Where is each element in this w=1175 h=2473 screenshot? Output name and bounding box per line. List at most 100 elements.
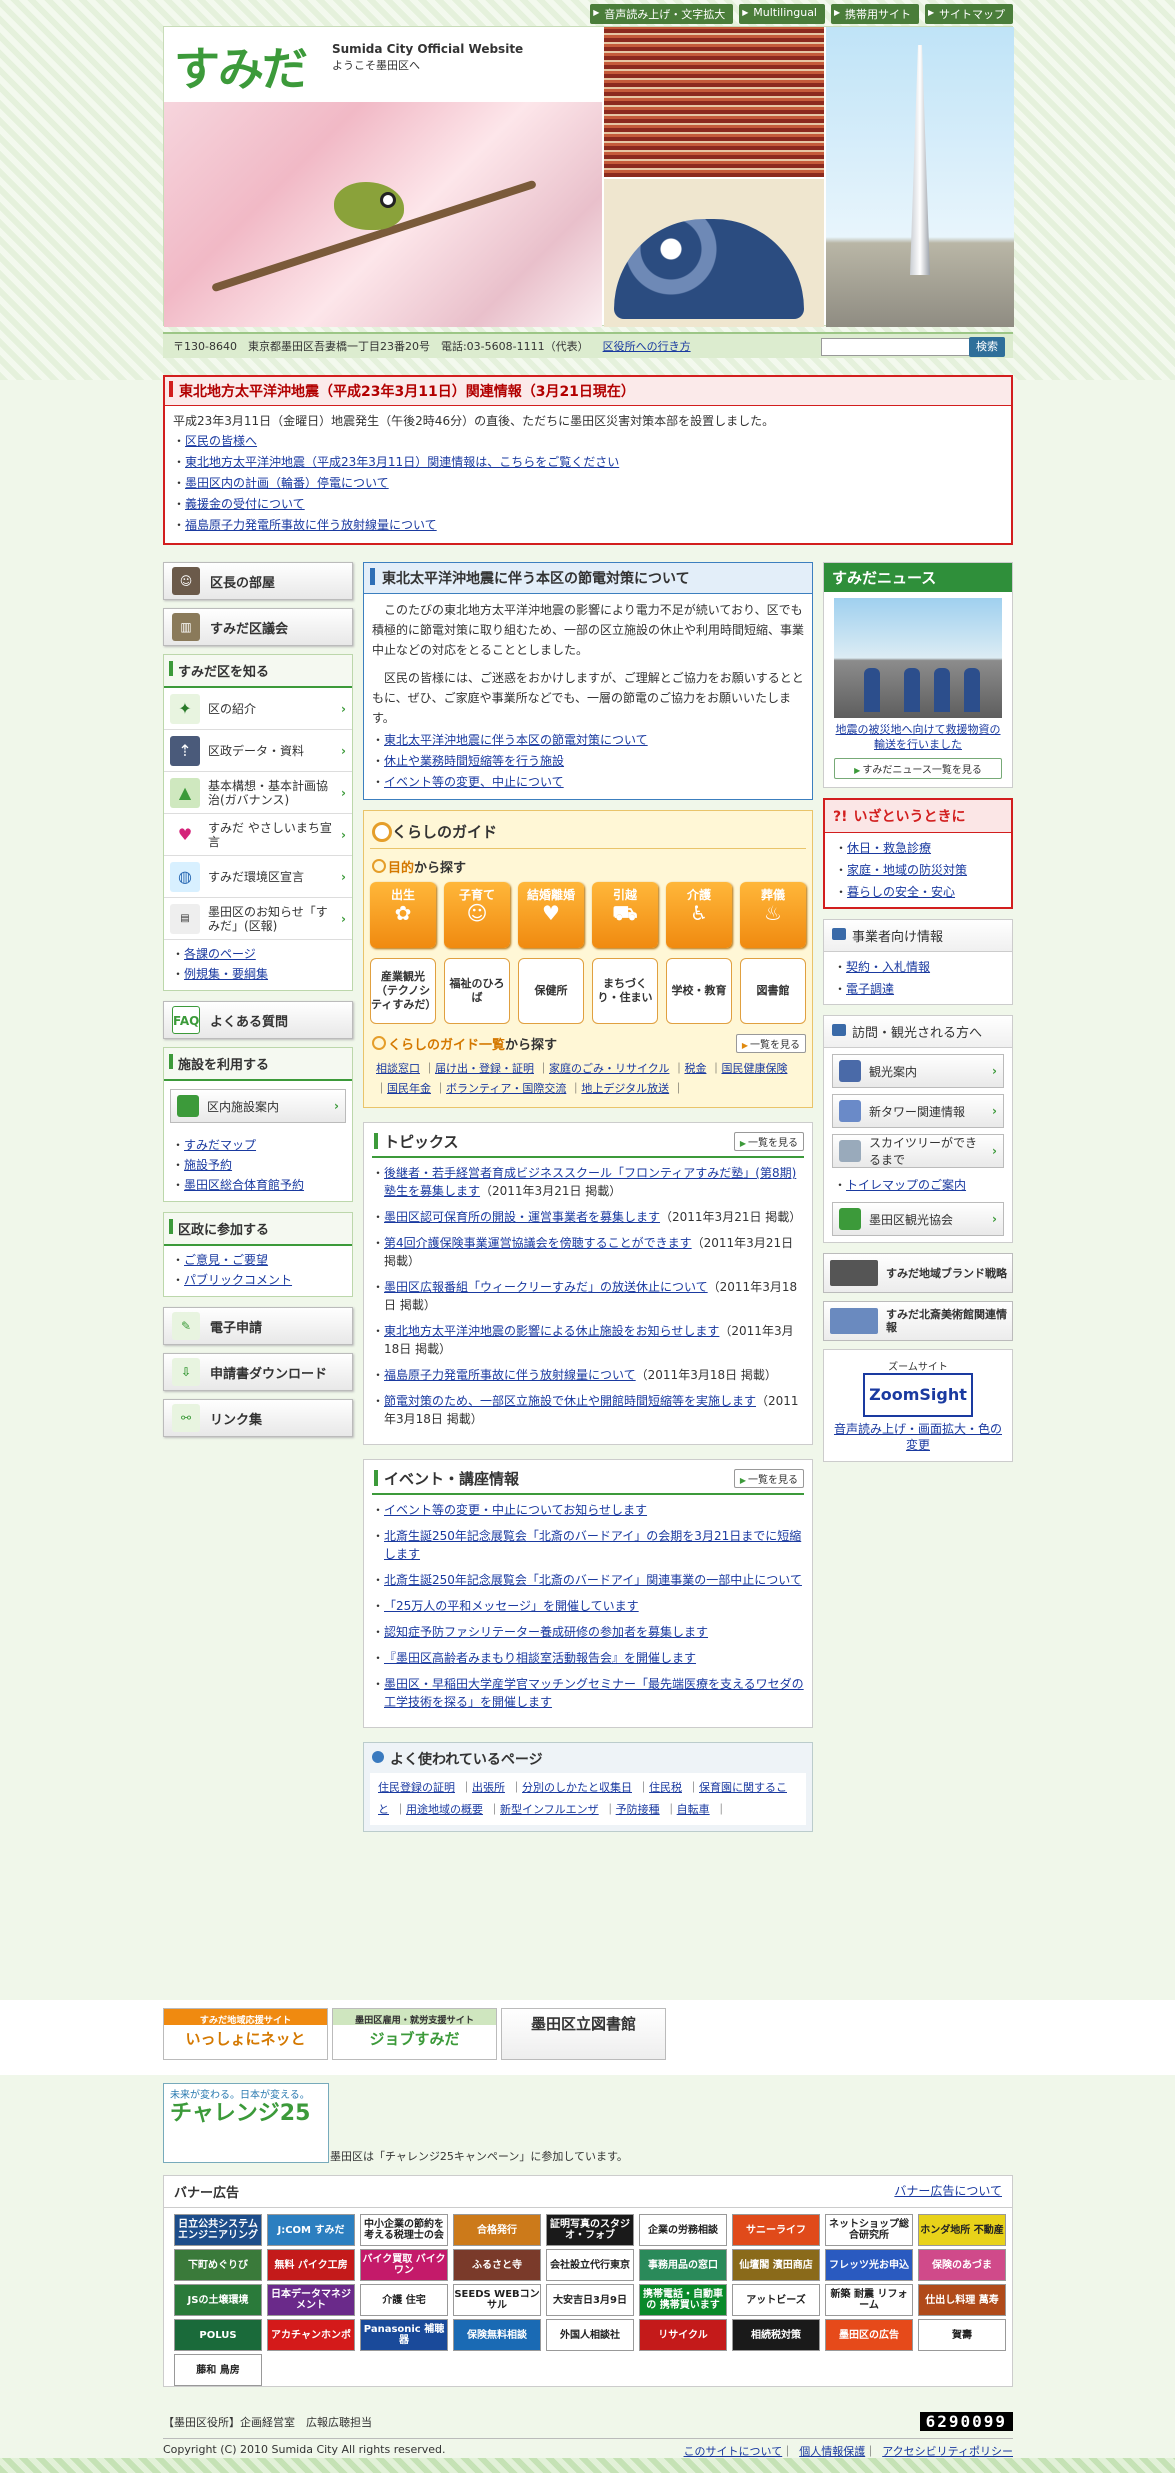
event-link[interactable]: 認知症予防ファシリテーター養成研修の参加者を募集します [384,1625,708,1639]
guide-link[interactable]: 相談窓口 [376,1062,420,1075]
ad-banner[interactable]: 携帯電話・自動車の 携帯買います [639,2284,727,2316]
ad-banner[interactable]: 保険のあづま [918,2249,1006,2281]
popular-link[interactable]: 新型インフルエンザ [500,1803,599,1816]
category-tile[interactable]: 学校・教育 [666,958,732,1024]
purpose-tile[interactable]: 結婚離婚 ♥ [518,882,584,948]
faq-button[interactable]: FAQ よくある質問 [163,1001,353,1039]
environment-item[interactable]: ◍ すみだ環境区宣言 › [164,856,352,898]
public-comment-link[interactable]: パブリックコメント [184,1273,292,1287]
ad-banner[interactable]: 合格発行 [453,2214,541,2246]
contract-link[interactable]: 契約・入札情報 [846,960,930,974]
basic-plan-item[interactable]: ▲ 基本構想・基本計画協治(ガバナンス) › [164,772,352,814]
directions-link[interactable]: 区役所への行き方 [603,338,691,354]
ad-banner[interactable]: 墨田区の広告 [825,2319,913,2351]
search-button[interactable]: 検索 [969,337,1005,357]
holiday-clinic-link[interactable]: 休日・救急診療 [847,841,931,855]
departments-link[interactable]: 各課のページ [184,947,256,961]
topic-link[interactable]: 節電対策のため、一部区立施設で休止や開館時間短縮等を実施します [384,1394,756,1408]
ad-banner[interactable]: アカチャンホンポ [267,2319,355,2351]
guide-link[interactable]: 家庭のごみ・リサイクル [549,1062,669,1075]
ad-banner[interactable]: 仙壇閣 濱田商店 [732,2249,820,2281]
category-tile[interactable]: 保健所 [518,958,584,1024]
council-button[interactable]: ▥ すみだ区議会 [163,608,353,646]
event-link[interactable]: 「25万人の平和メッセージ」を開催しています [384,1599,639,1613]
util-mobile-link[interactable]: 携帯用サイト [831,4,919,24]
form-download-button[interactable]: ⇩ 申請書ダウンロード [163,1353,353,1391]
guide-link[interactable]: 地上デジタル放送 [581,1082,669,1095]
ad-banner[interactable]: フレッツ光お申込 [825,2249,913,2281]
tourism-association-button[interactable]: 墨田区観光協会 › [832,1202,1004,1236]
kind-town-item[interactable]: ♥ すみだ やさしいまち宣言 › [164,814,352,856]
footer-banner-library[interactable]: 墨田区立図書館 [501,2008,666,2060]
ad-banner[interactable]: 会社設立代行東京 [546,2249,634,2281]
category-tile[interactable]: まちづくり・住まい [592,958,658,1024]
event-link[interactable]: 墨田区・早稲田大学産学官マッチングセミナー「最先端医療を支えるワセダの工学技術を… [384,1677,804,1709]
search-input[interactable] [821,338,971,356]
brand-strategy-banner[interactable]: すみだ地域ブランド戦略 [823,1253,1013,1293]
tourism-button[interactable]: 観光案内 › [832,1054,1004,1088]
sumida-map-link[interactable]: すみだマップ [184,1138,256,1152]
guide-link[interactable]: 税金 [684,1062,706,1075]
ad-banner[interactable]: J:COM すみだ [267,2214,355,2246]
ad-banner[interactable]: 新築 耐震 リフォーム [825,2284,913,2316]
popular-link[interactable]: 自転車 [677,1803,710,1816]
e-application-button[interactable]: ✎ 電子申請 [163,1307,353,1345]
ward-intro-item[interactable]: ✦ 区の紹介 › [164,688,352,730]
ad-banner[interactable]: 賀壽 [918,2319,1006,2351]
ad-banner[interactable]: サニーライフ [732,2214,820,2246]
ad-banner[interactable]: JSの土壌環境 [174,2284,262,2316]
toilet-map-link[interactable]: トイレマップのご案内 [846,1178,966,1192]
topic-link[interactable]: 東北地方太平洋沖地震の影響による休止施設をお知らせします [384,1324,719,1338]
topics-more-button[interactable]: 一覧を見る [733,1132,804,1151]
power-saving-link[interactable]: イベント等の変更、中止について [384,775,564,789]
ad-banner[interactable]: POLUS [174,2319,262,2351]
ward-news-item[interactable]: ▤ 墨田区のお知らせ「すみだ」(区報) › [164,898,352,940]
ad-banner[interactable]: 日立公共システムエンジニアリング [174,2214,262,2246]
popular-link[interactable]: 住民税 [649,1781,682,1794]
about-site-link[interactable]: このサイトについて [684,2445,783,2458]
event-link[interactable]: 『墨田区高齢者みまもり相談室活動報告会』を開催します [384,1651,696,1665]
popular-link[interactable]: 分別のしかたと収集日 [522,1781,632,1794]
ad-banner[interactable]: 大安吉日3月9日 [546,2284,634,2316]
earthquake-link[interactable]: 福島原子力発電所事故に伴う放射線量について [185,518,437,532]
ad-banner[interactable]: リサイクル [639,2319,727,2351]
purpose-tile[interactable]: 引越 ⛟ [592,882,658,948]
power-saving-link[interactable]: 東北太平洋沖地震に伴う本区の節電対策について [384,733,648,747]
ad-banner[interactable]: 下町めぐりび [174,2249,262,2281]
category-tile[interactable]: 図書館 [740,958,806,1024]
ad-banner[interactable]: 証明写真のスタジオ・フォブ [546,2214,634,2246]
zoomsight-link[interactable]: 音声読み上げ・画面拡大・色の変更 [834,1422,1002,1452]
topic-link[interactable]: 第4回介護保険事業運営協議会を傍聴することができます [384,1236,692,1250]
events-more-button[interactable]: 一覧を見る [733,1469,804,1488]
topic-link[interactable]: 墨田区認可保育所の開設・運営事業者を募集します [384,1210,660,1224]
regulations-link[interactable]: 例規集・要綱集 [184,967,268,981]
ad-banner[interactable]: 事務用品の窓口 [639,2249,727,2281]
zoomsight-logo[interactable]: ZoomSight [863,1373,973,1417]
news-photo[interactable] [834,598,1002,718]
ad-banner[interactable]: 外国人相談社 [546,2319,634,2351]
ad-banner[interactable]: 仕出し料理 萬寿 [918,2284,1006,2316]
ad-banner[interactable]: ホンダ地所 不動産 [918,2214,1006,2246]
purpose-tile[interactable]: 子育て ☺ [444,882,510,948]
safety-link[interactable]: 暮らしの安全・安心 [847,885,955,899]
guide-link[interactable]: ボランティア・国際交流 [446,1082,566,1095]
earthquake-link[interactable]: 墨田区内の計画（輪番）停電について [185,476,389,490]
popular-link[interactable]: 予防接種 [616,1803,660,1816]
links-button[interactable]: ⚯ リンク集 [163,1399,353,1437]
ad-banner[interactable]: ふるさと寺 [453,2249,541,2281]
gym-reserve-link[interactable]: 墨田区総合体育館予約 [184,1178,304,1192]
mayor-room-button[interactable]: ☺ 区長の部屋 [163,562,353,600]
accessibility-link[interactable]: アクセシビリティポリシー [882,2445,1013,2458]
ad-banner[interactable]: 中小企業の節約を考える税理士の会 [360,2214,448,2246]
category-tile[interactable]: 産業観光（テクノシティすみだ） [370,958,436,1024]
disaster-prep-link[interactable]: 家庭・地域の防災対策 [847,863,967,877]
footer-banner-job[interactable]: 墨田区雇用・就労支援サイト ジョブすみだ [332,2008,497,2060]
ad-banner[interactable]: 相続税対策 [732,2319,820,2351]
news-caption-link[interactable]: 地震の被災地へ向けて救援物資の輸送を行いました [836,723,1001,751]
news-list-button[interactable]: すみだニュース一覧を見る [834,758,1002,779]
skytree-button[interactable]: スカイツリーができるまで › [832,1134,1004,1168]
facility-reserve-link[interactable]: 施設予約 [184,1158,232,1172]
ad-banner[interactable]: Panasonic 補聴器 [360,2319,448,2351]
footer-banner-community[interactable]: すみだ地域応援サイト いっしょにネッと [163,2008,328,2060]
banner-ad-info-link[interactable]: バナー広告について [894,2182,1002,2201]
